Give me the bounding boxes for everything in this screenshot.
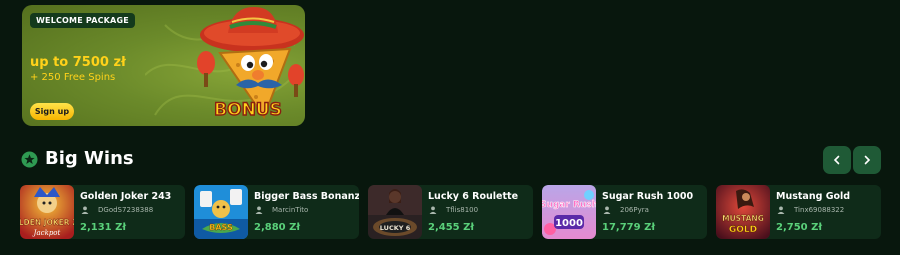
promo-free-spins: + 250 Free Spins [30,72,116,83]
win-card[interactable]: MUSTANG GOLD Mustang Gold Tinx69088322 2… [716,185,881,239]
bonus-label: BONUS [214,100,282,120]
welcome-package-badge: WELCOME PACKAGE [30,13,135,28]
chevron-left-icon [833,155,840,165]
chevron-right-icon [864,155,871,165]
svg-text:GOLD: GOLD [729,225,757,235]
user-icon [429,206,437,214]
win-card[interactable]: LUCKY 6 Lucky 6 Roulette Tflis8100 2,455… [368,185,533,239]
promo-bonus-amount: up to 7500 zł [30,55,126,70]
win-card[interactable]: Sugar Rush 1000 Sugar Rush 1000 206Pyra … [542,185,707,239]
nacho-mascot-illustration: BONUS [197,7,304,121]
svg-text:Jackpot: Jackpot [32,229,61,237]
win-amount: 2,880 Zł [254,222,301,233]
previous-button[interactable] [823,146,851,174]
game-title: Sugar Rush 1000 [602,191,694,202]
win-amount: 2,750 Zł [776,222,823,233]
big-wins-list: GOLDEN JOKER 243 Jackpot Golden Joker 24… [20,185,882,239]
game-title: Lucky 6 Roulette [428,191,519,202]
win-card[interactable]: BASS Bigger Bass Bonanza MarcinTito 2,88… [194,185,359,239]
svg-text:GOLDEN JOKER 243: GOLDEN JOKER 243 [20,218,74,227]
user-icon [81,206,89,214]
game-thumbnail: MUSTANG GOLD [716,185,770,239]
game-title: Golden Joker 243 [80,191,172,202]
game-thumbnail: GOLDEN JOKER 243 Jackpot [20,185,74,239]
game-thumbnail: Sugar Rush 1000 [542,185,596,239]
game-title: Bigger Bass Bonanza [254,191,359,202]
star-icon [21,151,38,168]
winner-username: DGodS7238388 [98,206,154,214]
winner-username: 206Pyra [620,206,649,214]
winner-username: Tflis8100 [446,206,479,214]
winner-username: MarcinTito [272,206,309,214]
svg-text:Sugar Rush: Sugar Rush [542,200,596,210]
game-title: Mustang Gold [776,191,851,202]
user-icon [777,206,785,214]
win-card[interactable]: GOLDEN JOKER 243 Jackpot Golden Joker 24… [20,185,185,239]
user-icon [255,206,263,214]
svg-text:MUSTANG: MUSTANG [722,214,764,223]
svg-text:1000: 1000 [555,218,583,229]
welcome-promo-banner[interactable]: WELCOME PACKAGE up to 7500 zł + 250 Free… [22,5,305,126]
user-icon [603,206,611,214]
game-thumbnail: BASS [194,185,248,239]
next-button[interactable] [853,146,881,174]
win-amount: 2,131 Zł [80,222,127,233]
winner-username: Tinx69088322 [794,206,845,214]
big-wins-title: Big Wins [45,148,134,169]
svg-text:BASS: BASS [209,223,233,232]
win-amount: 2,455 Zł [428,222,475,233]
sign-up-button[interactable]: Sign up [30,103,74,120]
win-amount: 17,779 Zł [602,222,656,233]
svg-text:LUCKY 6: LUCKY 6 [380,224,411,232]
game-thumbnail: LUCKY 6 [368,185,422,239]
